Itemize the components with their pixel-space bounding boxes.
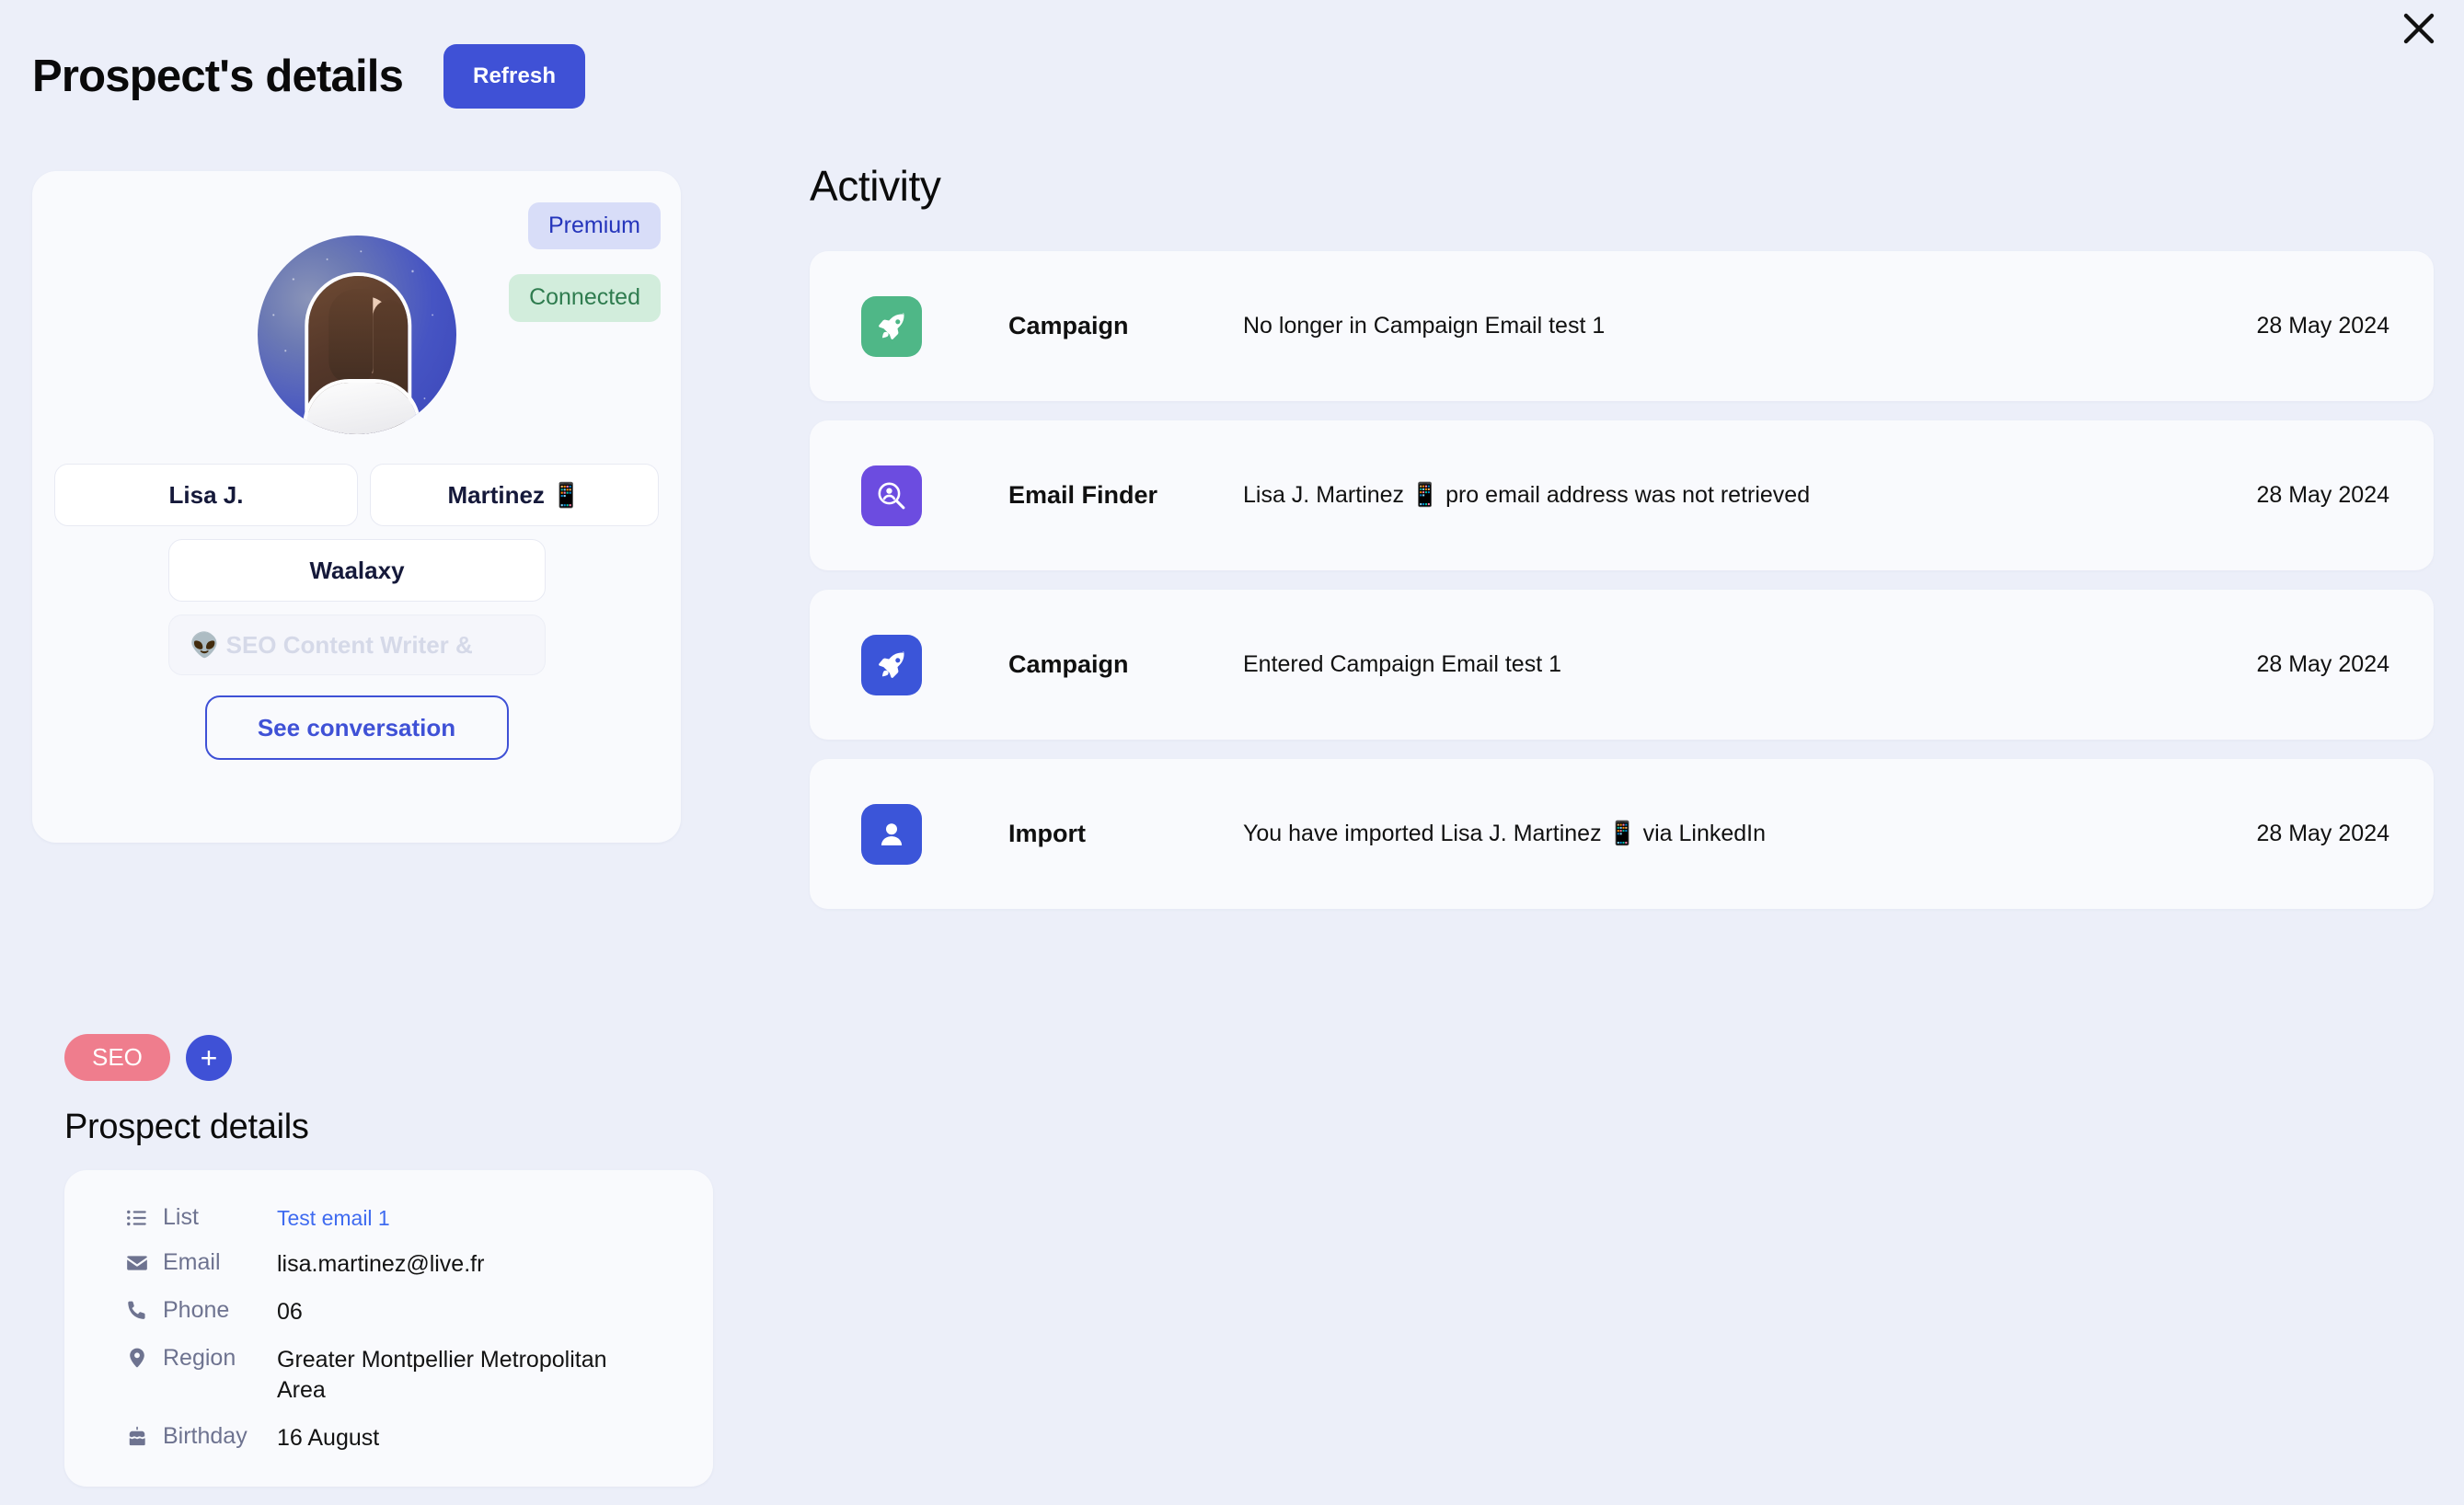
pin-icon [125, 1346, 149, 1370]
detail-value-list[interactable]: Test email 1 [277, 1204, 390, 1233]
activity-description: You have imported Lisa J. Martinez 📱 via… [1243, 821, 1767, 847]
activity-type: Import [1008, 820, 1086, 847]
close-icon [2403, 13, 2435, 44]
last-name-input[interactable]: Martinez 📱 [370, 464, 659, 526]
detail-label-text: Birthday [163, 1423, 248, 1450]
person-icon [861, 803, 922, 865]
activity-date: 28 May 2024 [2256, 482, 2389, 508]
detail-value-email[interactable]: lisa.martinez@live.fr [277, 1249, 484, 1281]
list-icon [125, 1206, 149, 1230]
cake-icon [125, 1425, 149, 1449]
activity-description: Lisa J. Martinez 📱 pro email address was… [1243, 482, 1811, 509]
activity-type: Campaign [1008, 312, 1129, 339]
detail-row-list: List Test email 1 [64, 1196, 713, 1241]
status-badge-premium: Premium [527, 202, 661, 250]
activity-row[interactable]: Email Finder Lisa J. Martinez 📱 pro emai… [810, 420, 2434, 570]
first-name-input[interactable]: Lisa J. [54, 464, 358, 526]
phone-icon [125, 1298, 149, 1322]
detail-label-email: Email [125, 1249, 277, 1276]
see-conversation-button[interactable]: See conversation [204, 695, 509, 760]
activity-row[interactable]: Import You have imported Lisa J. Martine… [810, 759, 2434, 909]
detail-value-phone[interactable]: 06 [277, 1297, 303, 1328]
activity-section: Activity Campaign No longer in Campaign … [810, 161, 2434, 928]
page-title: Prospect's details [32, 52, 404, 101]
activity-row[interactable]: Campaign No longer in Campaign Email tes… [810, 251, 2434, 401]
activity-type: Email Finder [1008, 481, 1158, 509]
prospect-details-panel: Prospect's details Refresh Premium Conne… [0, 0, 2464, 1505]
refresh-button[interactable]: Refresh [443, 44, 586, 109]
status-badge-connected: Connected [509, 274, 661, 322]
activity-description: No longer in Campaign Email test 1 [1243, 313, 1606, 339]
prospect-details-title: Prospect details [64, 1108, 309, 1146]
detail-label-phone: Phone [125, 1297, 277, 1324]
detail-row-phone: Phone 06 [64, 1289, 713, 1337]
prospect-details-card: List Test email 1 Email lisa.martinez@li… [64, 1170, 713, 1487]
detail-label-birthday: Birthday [125, 1423, 277, 1450]
activity-date: 28 May 2024 [2256, 821, 2389, 846]
person-search-icon [861, 465, 922, 526]
detail-label-list: List [125, 1204, 277, 1231]
rocket-icon [861, 295, 922, 357]
activity-type: Campaign [1008, 650, 1129, 678]
activity-date: 28 May 2024 [2256, 313, 2389, 339]
avatar [257, 236, 456, 434]
envelope-icon [125, 1251, 149, 1275]
job-title-input[interactable]: 👽 SEO Content Writer & [168, 615, 546, 675]
detail-label-region: Region [125, 1345, 277, 1372]
profile-badges: Premium Connected [509, 202, 661, 322]
left-column: Premium Connected Lisa J. Martinez 📱 Waa… [32, 171, 713, 1487]
activity-title: Activity [810, 162, 941, 210]
tag-row: SEO + [64, 1034, 232, 1082]
panel-header: Prospect's details Refresh [32, 44, 586, 109]
activity-description: Entered Campaign Email test 1 [1243, 651, 1562, 678]
tag-seo[interactable]: SEO [64, 1034, 170, 1082]
detail-row-region: Region Greater Montpellier Metropolitan … [64, 1337, 713, 1416]
rocket-icon [861, 634, 922, 695]
activity-date: 28 May 2024 [2256, 651, 2389, 677]
detail-label-text: Region [163, 1344, 236, 1371]
detail-value-region[interactable]: Greater Montpellier Metropolitan Area [277, 1345, 636, 1407]
detail-row-email: Email lisa.martinez@live.fr [64, 1241, 713, 1289]
close-button[interactable] [2390, 0, 2447, 57]
detail-label-text: List [163, 1204, 199, 1230]
name-fields: Lisa J. Martinez 📱 [54, 464, 659, 526]
detail-label-text: Email [163, 1249, 221, 1276]
activity-row[interactable]: Campaign Entered Campaign Email test 1 2… [810, 590, 2434, 740]
avatar-portrait [301, 272, 422, 434]
add-tag-button[interactable]: + [185, 1034, 232, 1081]
detail-label-text: Phone [163, 1296, 230, 1323]
company-input[interactable]: Waalaxy [168, 539, 546, 602]
profile-card: Premium Connected Lisa J. Martinez 📱 Waa… [32, 171, 681, 843]
detail-value-birthday[interactable]: 16 August [277, 1423, 379, 1454]
detail-row-birthday: Birthday 16 August [64, 1415, 713, 1463]
